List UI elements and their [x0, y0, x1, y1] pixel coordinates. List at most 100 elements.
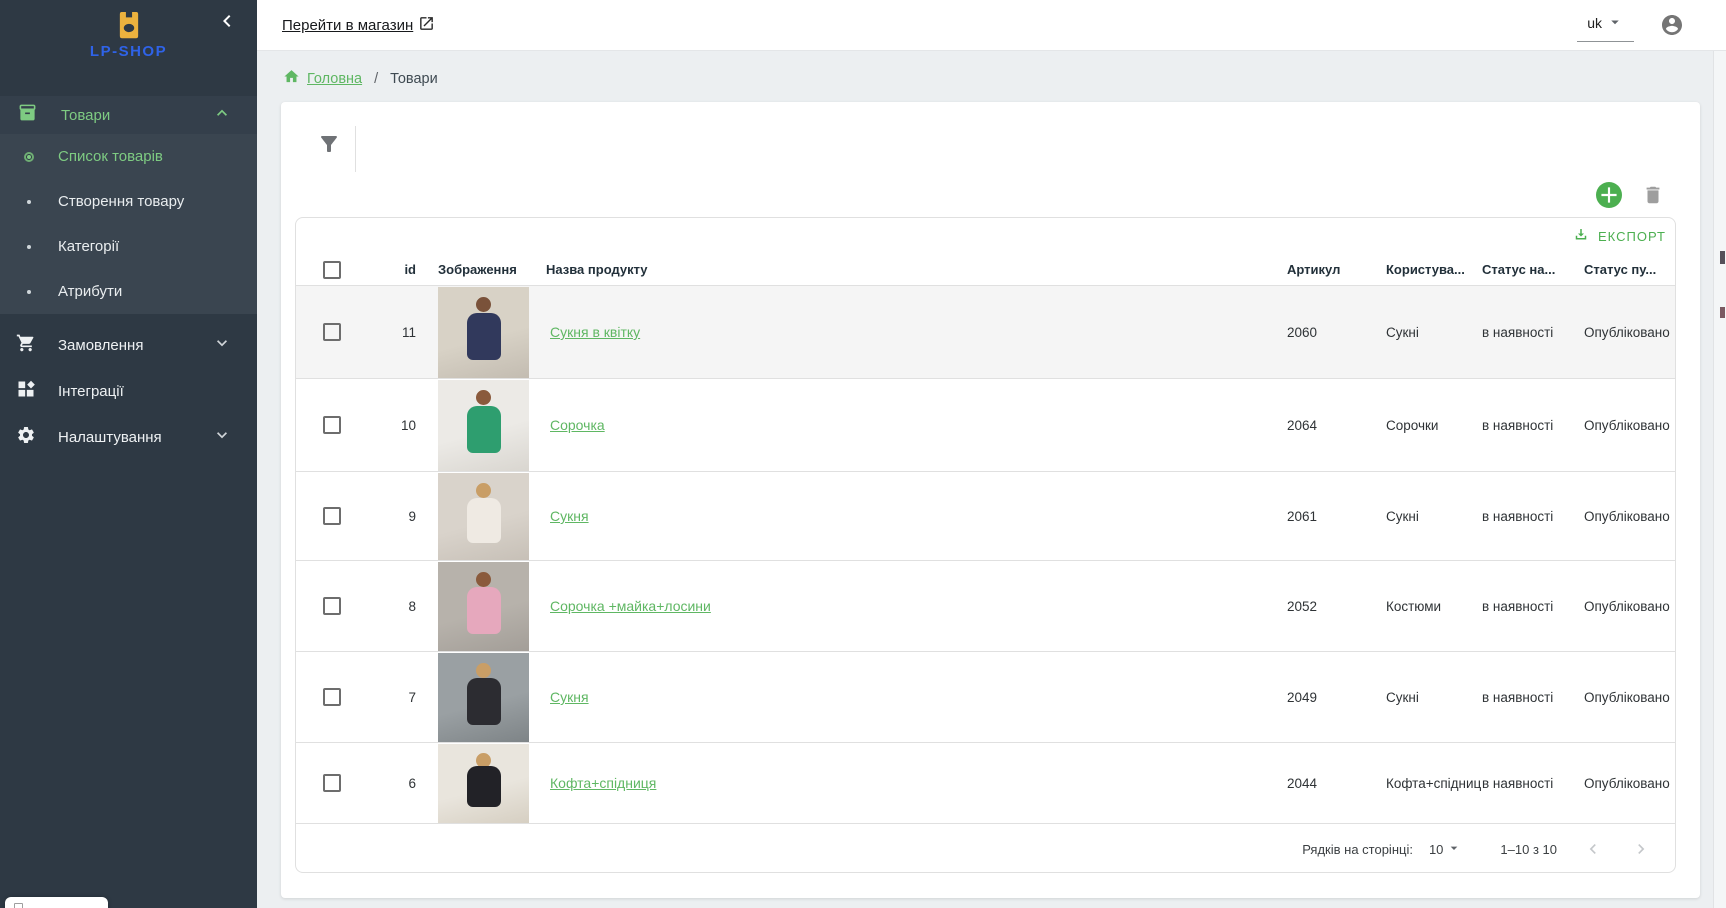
- account-icon[interactable]: [1660, 13, 1684, 37]
- bottom-left-popup[interactable]: [5, 897, 108, 908]
- logo-area: LP-SHOP: [0, 0, 257, 96]
- table-row[interactable]: 8Сорочка +майка+лосини2052Костюмив наявн…: [296, 561, 1675, 652]
- delete-selected-button[interactable]: [1641, 183, 1665, 207]
- language-select[interactable]: uk: [1577, 9, 1626, 42]
- sidebar-item-products[interactable]: Товари: [0, 96, 257, 134]
- scrollbar-artifact: [1720, 307, 1725, 318]
- row-checkbox[interactable]: [323, 416, 341, 434]
- row-checkbox[interactable]: [323, 774, 341, 792]
- cell-category: Сукні: [1386, 690, 1482, 705]
- product-link[interactable]: Кофта+спідниця: [550, 775, 656, 791]
- column-header-stock-status[interactable]: Статус на...: [1482, 262, 1584, 277]
- scrollbar[interactable]: [1713, 51, 1726, 908]
- next-page-button[interactable]: [1629, 837, 1653, 861]
- content-area: Головна / Товари: [257, 51, 1726, 908]
- cell-image: [416, 744, 546, 823]
- table-row[interactable]: 6Кофта+спідниця2044Кофта+спідницв наявно…: [296, 743, 1675, 824]
- sidebar-collapse-button[interactable]: [215, 9, 239, 33]
- table-row[interactable]: 9Сукня2061Сукнів наявностіОпубліковано: [296, 472, 1675, 561]
- add-product-button[interactable]: [1596, 182, 1622, 208]
- products-submenu: Список товарів Створення товару Категорі…: [0, 134, 257, 314]
- sidebar-item-label: Інтеграції: [58, 383, 232, 400]
- row-checkbox[interactable]: [323, 688, 341, 706]
- row-checkbox[interactable]: [323, 597, 341, 615]
- product-image[interactable]: [438, 380, 529, 471]
- product-image[interactable]: [438, 653, 529, 742]
- cell-name: Сукня: [546, 689, 1287, 705]
- bullet-icon: [24, 290, 34, 294]
- sidebar-item-product-list[interactable]: Список товарів: [0, 134, 257, 179]
- row-checkbox[interactable]: [323, 323, 341, 341]
- rows-per-page-label: Рядків на сторінці:: [1302, 842, 1413, 857]
- sidebar-item-label: Створення товару: [58, 193, 184, 210]
- product-link[interactable]: Сорочка: [550, 417, 605, 433]
- external-link-icon: [418, 15, 435, 36]
- bullet-icon: [24, 200, 34, 204]
- cell-id: 8: [341, 599, 416, 614]
- product-link[interactable]: Сорочка +майка+лосини: [550, 598, 711, 614]
- sidebar-item-categories[interactable]: Категорії: [0, 224, 257, 269]
- sidebar-item-attributes[interactable]: Атрибути: [0, 269, 257, 314]
- product-image[interactable]: [438, 562, 529, 651]
- products-table: ЕКСПОРТ id Зображення Назва продукту Арт…: [295, 217, 1676, 873]
- export-button[interactable]: ЕКСПОРТ: [1572, 226, 1666, 247]
- column-header-id[interactable]: id: [341, 262, 416, 277]
- sidebar-item-settings[interactable]: Налаштування: [0, 414, 257, 460]
- breadcrumb-current: Товари: [390, 71, 438, 87]
- home-icon: [283, 68, 300, 89]
- sidebar-item-orders[interactable]: Замовлення: [0, 322, 257, 368]
- product-image[interactable]: [438, 744, 529, 823]
- select-all-checkbox[interactable]: [323, 261, 341, 279]
- cell-category: Сукні: [1386, 509, 1482, 524]
- table-row[interactable]: 11Сукня в квітку2060Сукнів наявностіОпуб…: [296, 286, 1675, 379]
- sidebar-item-create-product[interactable]: Створення товару: [0, 179, 257, 224]
- column-header-image[interactable]: Зображення: [416, 262, 546, 277]
- cell-stock-status: в наявності: [1482, 325, 1584, 340]
- sidebar-item-label: Замовлення: [58, 337, 212, 354]
- column-header-publish-status[interactable]: Статус пу...: [1584, 262, 1675, 277]
- popup-window-icon: [14, 903, 23, 908]
- cell-image: [416, 562, 546, 651]
- go-to-store-link[interactable]: Перейти в магазин: [282, 15, 435, 36]
- sidebar-item-integrations[interactable]: Інтеграції: [0, 368, 257, 414]
- table-row[interactable]: 7Сукня2049Сукнів наявностіОпубліковано: [296, 652, 1675, 743]
- cell-stock-status: в наявності: [1482, 509, 1584, 524]
- product-link[interactable]: Сукня: [550, 689, 589, 705]
- product-image[interactable]: [438, 473, 529, 560]
- sidebar-item-label: Атрибути: [58, 283, 122, 300]
- cell-id: 11: [341, 325, 416, 340]
- column-header-user[interactable]: Користува...: [1386, 262, 1482, 277]
- products-panel: ЕКСПОРТ id Зображення Назва продукту Арт…: [281, 102, 1700, 898]
- cell-stock-status: в наявності: [1482, 599, 1584, 614]
- breadcrumb-home-link[interactable]: Головна: [307, 71, 362, 87]
- product-image[interactable]: [438, 287, 529, 378]
- row-select-cell: [296, 597, 341, 615]
- column-header-name[interactable]: Назва продукту: [546, 262, 1287, 277]
- topbar: Перейти в магазин uk: [257, 0, 1726, 51]
- cell-publish-status: Опубліковано: [1584, 776, 1675, 791]
- cell-name: Сорочка: [546, 417, 1287, 433]
- row-checkbox[interactable]: [323, 507, 341, 525]
- divider: [355, 126, 356, 172]
- main-area: Перейти в магазин uk: [257, 0, 1726, 908]
- filter-bar: [281, 102, 1700, 198]
- cell-image: [416, 380, 546, 471]
- cell-stock-status: в наявності: [1482, 776, 1584, 791]
- previous-page-button[interactable]: [1581, 837, 1605, 861]
- bullet-icon: [24, 245, 34, 249]
- filter-icon[interactable]: [317, 132, 343, 158]
- cell-category: Сукні: [1386, 325, 1482, 340]
- cell-sku: 2049: [1287, 690, 1386, 705]
- active-bullet-icon: [24, 152, 34, 162]
- products-box-icon: [18, 103, 37, 127]
- table-row[interactable]: 10Сорочка2064Сорочкив наявностіОпубліков…: [296, 379, 1675, 472]
- logo-text: LP-SHOP: [0, 43, 257, 60]
- product-link[interactable]: Сукня в квітку: [550, 324, 640, 340]
- cell-category: Сорочки: [1386, 418, 1482, 433]
- column-header-sku[interactable]: Артикул: [1287, 262, 1386, 277]
- export-row: ЕКСПОРТ: [296, 218, 1675, 254]
- row-select-cell: [296, 416, 341, 434]
- rows-per-page-select[interactable]: 10: [1429, 840, 1462, 859]
- cell-name: Сукня в квітку: [546, 324, 1287, 340]
- product-link[interactable]: Сукня: [550, 508, 589, 524]
